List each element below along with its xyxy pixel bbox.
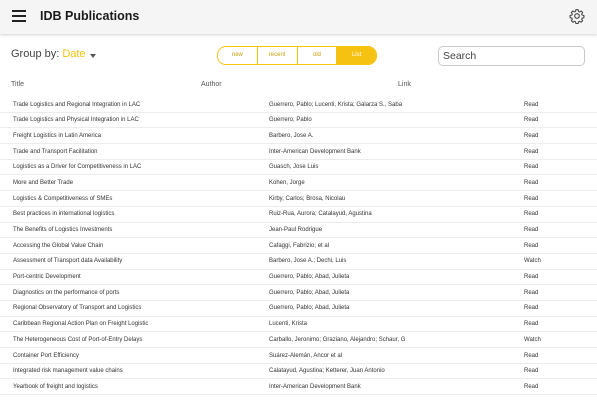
row-title: The Benefits of Logistics Investments	[13, 227, 113, 233]
row-title: Logistics as a Driver for Competitivenes…	[13, 164, 142, 171]
row-author: Kirby, Carlos; Brosa, Nicolau	[269, 195, 346, 202]
row-author: Suárez-Alemán, Ancor et al	[269, 352, 343, 359]
menu-icon[interactable]	[12, 10, 26, 22]
table-row: The Heterogeneous Cost of Port-of-Entry …	[0, 332, 597, 348]
row-link[interactable]: Read	[524, 117, 538, 123]
group-by-label: Group by:	[11, 48, 60, 60]
table-row: More and Better Trade Kohen, Jorge Read	[0, 175, 597, 192]
column-header-link: Link	[398, 81, 411, 88]
row-link[interactable]: Read	[524, 384, 538, 390]
row-title: The Heterogeneous Cost of Port-of-Entry …	[13, 336, 143, 343]
row-author: Lucenti, Krista	[269, 321, 308, 328]
group-by-control[interactable]: Group by: Date	[11, 48, 86, 60]
table-row: Container Port Efficiency Suárez-Alemán, …	[0, 348, 597, 364]
table-row: The Benefits of Logistics Investments Jea…	[0, 223, 597, 239]
row-link[interactable]: Read	[524, 102, 538, 108]
toggle-new-button[interactable]: new	[218, 47, 258, 64]
page-title: IDB Publications	[40, 9, 140, 23]
row-author: Inter-American Development Bank	[269, 148, 361, 155]
column-header-author: Author	[201, 81, 222, 88]
row-link[interactable]: Read	[524, 149, 538, 155]
row-link[interactable]: Read	[524, 227, 538, 233]
row-link[interactable]: Read	[524, 274, 538, 280]
row-author: Kohen, Jorge	[269, 179, 305, 186]
row-author: Barbero, Jose A.; Dechi, Luis	[269, 258, 347, 265]
table-row: Trade Logistics and Physical Integration…	[0, 113, 597, 129]
table-row: Diagnostics on the performance of ports G…	[0, 285, 597, 301]
row-title: Trade and Transport Facilitation	[13, 148, 98, 155]
row-title: Caribbean Regional Action Plan on Freigh…	[13, 321, 149, 328]
table-row: Integrated risk management value chains C…	[0, 364, 597, 380]
table-row: Regional Observatory of Transport and Lo…	[0, 301, 597, 317]
row-author: Carballo, Jeronimo; Graziano, Alejandro;…	[269, 336, 406, 343]
toggle-recent-button[interactable]: recent	[257, 47, 298, 64]
table-header: Title Author Link	[0, 79, 597, 93]
row-link[interactable]: Read	[524, 133, 538, 139]
row-title: Regional Observatory of Transport and Lo…	[13, 305, 142, 312]
search-input[interactable]	[438, 46, 585, 66]
row-author: Guasch, Jose Luis	[269, 164, 319, 171]
row-title: Best practices in international logistic…	[13, 211, 115, 218]
row-link[interactable]: Read	[524, 290, 538, 296]
table-row: Logistics as a Driver for Competitivenes…	[0, 160, 597, 176]
toggle-old-button[interactable]: old	[297, 47, 338, 64]
row-title: Diagnostics on the performance of ports	[13, 289, 120, 296]
row-link[interactable]: Read	[524, 196, 538, 202]
table-row: Best practices in international logistic…	[0, 207, 597, 223]
row-link[interactable]: Read	[524, 368, 538, 374]
row-title: Freight Logistics in Latin America	[13, 132, 102, 139]
table-row: Trade and Transport Facilitation Inter-Am…	[0, 144, 597, 160]
row-title: Assessment of Transport data Availabilit…	[13, 258, 123, 265]
table-row: Assessment of Transport data Availabilit…	[0, 254, 597, 270]
table-row: Trade Logistics and Regional Integration…	[0, 97, 597, 113]
row-title: Accessing the Global Value Chain	[13, 242, 104, 249]
row-title: Logistics & Competitiveness of SMEs	[13, 195, 113, 202]
row-author: Calatayud, Agustina; Ketterer, Juan Anto…	[269, 368, 385, 375]
row-author: Guerrero, Pablo; Lucenti, Krista; Galarz…	[269, 101, 403, 108]
row-link[interactable]: Read	[524, 305, 538, 311]
row-title: More and Better Trade	[13, 179, 74, 186]
table-row: Yearbook of freight and logistics Inter-A…	[0, 379, 597, 396]
row-author: Guerrero, Pablo; Abad, Julieta	[269, 305, 350, 312]
publications-table: Trade Logistics and Regional Integration…	[0, 97, 597, 396]
row-author: Barbero, Jose A.	[269, 132, 314, 139]
row-link[interactable]: Read	[524, 180, 538, 186]
row-link[interactable]: Read	[524, 353, 538, 359]
table-row: Accessing the Global Value Chain Cafaggi,…	[0, 238, 597, 254]
row-link[interactable]: Read	[524, 164, 538, 170]
row-author: Cafaggi, Fabrizio; et al	[269, 242, 330, 249]
gear-icon[interactable]	[569, 8, 585, 24]
row-title: Trade Logistics and Regional Integration…	[13, 101, 141, 108]
row-title: Trade Logistics and Physical Integration…	[13, 117, 139, 124]
row-author: Ruiz-Rua, Aurora; Catalayud, Agustina	[269, 211, 372, 218]
row-link[interactable]: Watch	[524, 337, 541, 343]
row-link[interactable]: Watch	[524, 258, 541, 264]
table-row: Caribbean Regional Action Plan on Freigh…	[0, 317, 597, 333]
group-by-value[interactable]: Date	[62, 48, 85, 60]
row-link[interactable]: Read	[524, 321, 538, 327]
row-author: Guerrero, Pablo; Abad, Julieta	[269, 289, 350, 296]
column-header-title: Title	[11, 81, 24, 88]
row-title: Integrated risk management value chains	[13, 368, 123, 375]
view-toggle-group: new recent old List	[217, 46, 377, 65]
row-title: Port-centric Development	[13, 274, 81, 281]
chevron-down-icon[interactable]	[90, 54, 96, 58]
row-author: Jean-Paul Rodrigue	[269, 227, 323, 233]
row-author: Guerrero, Pablo	[269, 117, 312, 124]
table-row: Port-centric Development Guerrero, Pablo;…	[0, 270, 597, 286]
row-link[interactable]: Read	[524, 211, 538, 217]
row-link[interactable]: Read	[524, 243, 538, 249]
row-author: Inter-American Development Bank	[269, 383, 361, 390]
app-bar: IDB Publications	[0, 0, 597, 34]
row-author: Guerrero, Pablo; Abad, Julieta	[269, 274, 350, 281]
toggle-list-button[interactable]: List	[337, 47, 376, 64]
table-row: Freight Logistics in Latin America Barber…	[0, 128, 597, 145]
table-row: Logistics & Competitiveness of SMEs Kirby…	[0, 191, 597, 207]
row-title: Yearbook of freight and logistics	[13, 383, 98, 390]
row-title: Container Port Efficiency	[13, 352, 79, 359]
